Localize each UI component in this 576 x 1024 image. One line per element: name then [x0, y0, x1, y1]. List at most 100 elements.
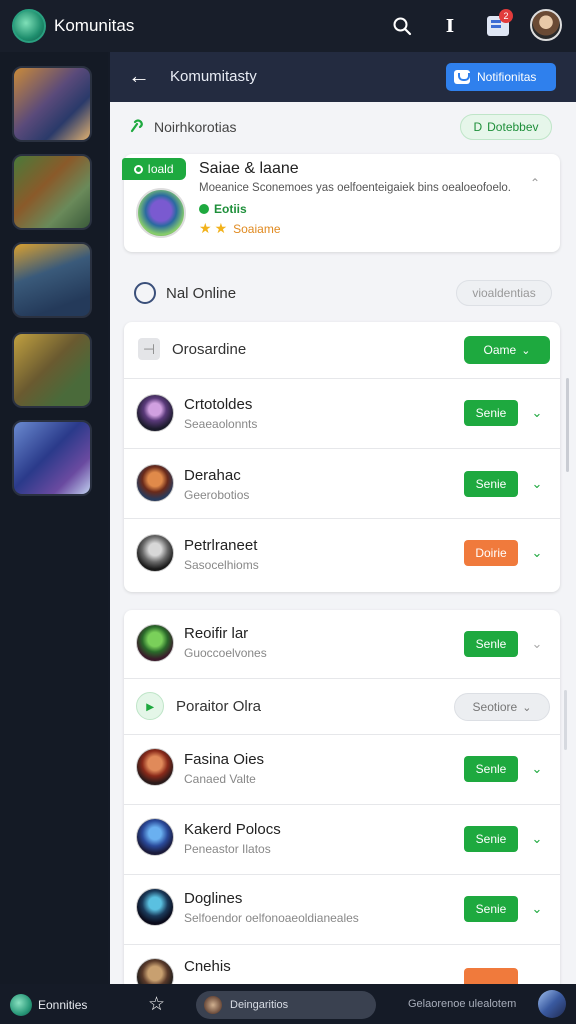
inbox-button[interactable]: 2 [484, 9, 513, 40]
inbox-icon: 2 [487, 9, 513, 36]
notification-card[interactable]: Ioald Saiae & laane Moeanice Sconemoes y… [122, 154, 560, 252]
entry-action-button[interactable]: Senie [464, 826, 518, 852]
notification-status: Eotiis [199, 202, 247, 216]
text-cursor-icon[interactable]: I [436, 12, 464, 40]
chevron-down-icon[interactable]: ⌄ [528, 900, 546, 918]
notification-status-label: Eotiis [214, 202, 247, 216]
collapse-chevron-icon[interactable]: ⌃ [530, 176, 540, 190]
game-thumbnail-2[interactable] [12, 154, 92, 230]
chevron-down-icon[interactable]: ⌄ [528, 760, 546, 778]
entry-avatar [136, 464, 174, 502]
tag-dot-icon [134, 164, 144, 174]
community-logo-icon[interactable] [10, 994, 32, 1016]
entry-action-button[interactable]: Doirie [464, 540, 518, 566]
not-online-pill[interactable]: vioaldentias [456, 280, 552, 306]
star-icon: ★ [214, 220, 228, 236]
game-thumbnail-4[interactable] [12, 332, 92, 408]
notifications-filter-pill[interactable]: D Dotebbev [460, 114, 552, 140]
entry-subtitle: Canaed Valte [184, 772, 256, 786]
star-icon: ★ [199, 220, 212, 236]
inbox-badge: 2 [499, 9, 513, 23]
link-icon [130, 119, 143, 133]
group-card-2: Reoifir lar Guoccoelvones Senle ⌄ ▸ Pora… [124, 610, 567, 984]
user-avatar[interactable] [530, 9, 562, 41]
group-1-pill[interactable]: Oame ⌄ [464, 336, 550, 364]
entry-subtitle: Selfoendor oelfonoaeoldianeales [184, 911, 359, 925]
notification-tag-label: Ioald [147, 162, 174, 176]
chevron-down-icon[interactable]: ⌄ [528, 404, 546, 422]
status-dot-icon [199, 204, 209, 214]
app-logo-icon[interactable] [12, 9, 46, 43]
game-thumbnail-3[interactable] [12, 242, 92, 318]
bottom-bar: Eonnities ☆ Deingaritios Gelaorenoe ulea… [0, 984, 576, 1024]
chevron-down-icon[interactable]: ⌄ [528, 830, 546, 848]
play-icon: ▸ [136, 692, 164, 720]
entry-name: Reoifir lar [184, 625, 249, 642]
entry-action-button[interactable]: Senie [464, 471, 518, 497]
entry-action-button[interactable] [464, 968, 518, 984]
entry-name: Doglines [184, 890, 243, 907]
notifications-section-label: Noirhkorotias [154, 119, 237, 135]
top-bar: Komunitas I 2 [0, 0, 576, 52]
notification-title: Saiae & laane [199, 160, 299, 177]
search-icon[interactable] [388, 12, 416, 40]
notifications-button-label: Notifionitas [477, 70, 537, 84]
entry-avatar [136, 624, 174, 662]
entry-action-button[interactable]: Senle [464, 631, 518, 657]
community-panel: ← Komumitasty Notifionitas Noirhkorotias… [110, 52, 576, 984]
game-thumbnail-5[interactable] [12, 420, 92, 496]
entry-action-button[interactable]: Senle [464, 756, 518, 782]
bell-icon [454, 70, 470, 84]
divider [124, 944, 560, 945]
divider [124, 734, 560, 735]
star-icon[interactable]: ☆ [148, 993, 165, 1016]
divider [124, 804, 560, 805]
entry-avatar [136, 534, 174, 572]
panel-header: ← Komumitasty Notifionitas [110, 52, 576, 102]
notification-tag: Ioald [122, 158, 186, 180]
divider [124, 518, 560, 519]
notification-rating-label: Soaiame [233, 221, 281, 236]
bottom-bar-pill[interactable]: Deingaritios [196, 991, 376, 1019]
scrollbar[interactable] [566, 378, 569, 472]
chevron-down-icon[interactable]: ⌄ [528, 544, 546, 562]
notification-rating: ★ ★ Soaiame [199, 220, 281, 237]
entry-action-button[interactable]: Senie [464, 400, 518, 426]
app-title: Komunitas [54, 16, 135, 35]
avatar [204, 996, 222, 1014]
entry-name: Fasina Oies [184, 751, 265, 768]
game-thumbnail-1[interactable] [12, 66, 92, 142]
bottom-bar-pill-label: Deingaritios [230, 999, 289, 1011]
notifications-filter-label: Dotebbev [487, 120, 539, 134]
notification-description: Moeanice Sconemoes yas oelfoenteigaiek b… [199, 182, 511, 194]
back-arrow-icon[interactable]: ← [128, 64, 152, 88]
chevron-down-icon: ⌄ [522, 701, 532, 714]
bottom-bar-right-label[interactable]: Gelaorenoe ulealotem [408, 998, 516, 1010]
not-online-label: Nal Online [166, 284, 237, 302]
panel-title: Komumitasty [170, 68, 257, 85]
scrollbar[interactable] [564, 690, 567, 750]
entry-name: Crtotoldes [184, 396, 253, 413]
expand-icon: ⌄ [521, 344, 531, 357]
filter-pill-icon: D [473, 120, 483, 134]
entry-name: Petrlraneet [184, 537, 258, 554]
group-icon: ⊣ [138, 338, 160, 360]
divider [124, 678, 560, 679]
chevron-down-icon[interactable]: ⌄ [528, 475, 546, 493]
group-2-pill[interactable]: Seotiore ⌄ [454, 693, 550, 721]
divider [124, 874, 560, 875]
entry-name: Derahac [184, 467, 241, 484]
group-2-pill-label: Seotiore [472, 700, 518, 714]
group-1-label: Orosardine [172, 341, 247, 358]
chevron-down-icon[interactable]: ⌄ [528, 635, 546, 653]
offline-ring-icon [134, 282, 156, 304]
entry-action-button[interactable]: Senie [464, 896, 518, 922]
entry-subtitle: Guoccoelvones [184, 646, 267, 660]
bottom-user-avatar[interactable] [538, 990, 566, 1018]
notification-avatar [136, 188, 186, 238]
notifications-button[interactable]: Notifionitas [446, 63, 556, 91]
divider [124, 448, 560, 449]
entry-avatar [136, 888, 174, 926]
bottom-bar-label[interactable]: Eonnities [38, 998, 87, 1012]
group-2-label: Poraitor Olra [176, 698, 262, 715]
